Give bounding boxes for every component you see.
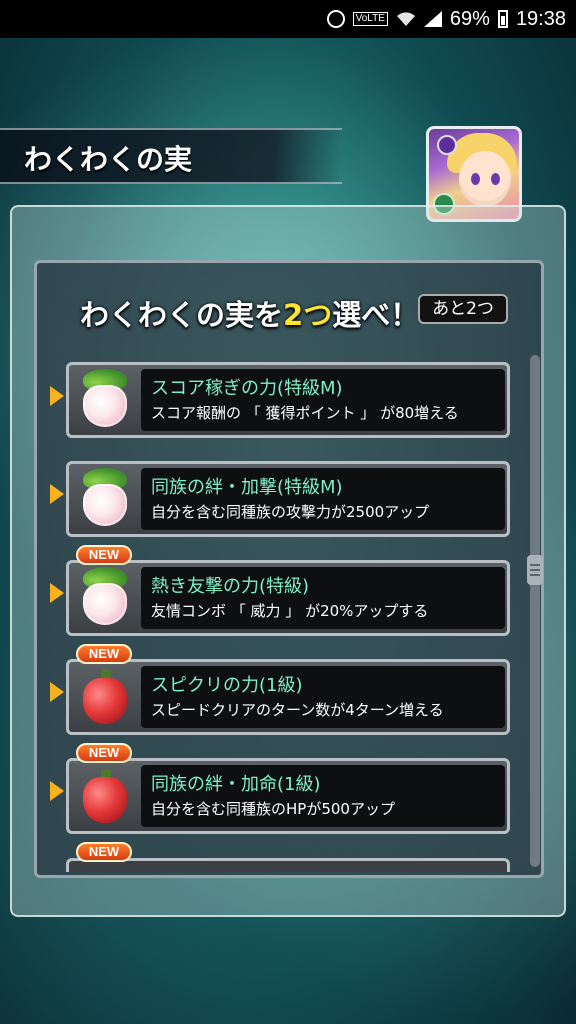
fruit-item-partial[interactable] bbox=[66, 858, 510, 872]
white-fruit-icon bbox=[77, 567, 133, 629]
item-text-box: スピクリの力(1級) スピードクリアのターン数が4ターン増える bbox=[141, 666, 505, 728]
white-fruit-icon bbox=[77, 468, 133, 530]
avatar-face bbox=[459, 151, 511, 207]
select-arrow-icon bbox=[50, 386, 64, 406]
battery-icon bbox=[497, 10, 508, 28]
new-badge: NEW bbox=[76, 644, 132, 664]
heading-count: 2つ bbox=[283, 298, 333, 332]
fruit-item[interactable]: スコア稼ぎの力(特級M) スコア報酬の 「 獲得ポイント 」 が80増える bbox=[66, 362, 510, 438]
alarm-icon bbox=[326, 10, 345, 28]
grip-line bbox=[530, 574, 540, 576]
heading-prefix: わくわくの実を bbox=[80, 298, 284, 332]
item-title: スピクリの力(1級) bbox=[151, 675, 303, 696]
fruit-item[interactable]: 熱き友撃の力(特級) 友情コンボ 「 威力 」 が20%アップする bbox=[66, 560, 510, 636]
item-text-box: 同族の絆・加撃(特級M) 自分を含む同種族の攻撃力が2500アップ bbox=[141, 468, 505, 530]
item-description: 自分を含む同種族のHPが500アップ bbox=[151, 800, 395, 818]
signal-icon bbox=[423, 11, 442, 27]
item-title: 熱き友撃の力(特級) bbox=[151, 576, 310, 597]
wifi-icon bbox=[396, 12, 415, 26]
select-arrow-icon bbox=[50, 781, 64, 801]
grip-line bbox=[530, 564, 540, 566]
fruit-item[interactable]: 同族の絆・加撃(特級M) 自分を含む同種族の攻撃力が2500アップ bbox=[66, 461, 510, 537]
fruit-item[interactable]: 同族の絆・加命(1級) 自分を含む同種族のHPが500アップ bbox=[66, 758, 510, 834]
avatar-eye bbox=[491, 173, 500, 185]
new-badge: NEW bbox=[76, 842, 132, 862]
volte-icon: VoLTE bbox=[352, 12, 388, 26]
item-text-box: 熱き友撃の力(特級) 友情コンボ 「 威力 」 が20%アップする bbox=[141, 567, 505, 629]
grip-line bbox=[530, 569, 540, 571]
select-arrow-icon bbox=[50, 583, 64, 603]
item-description: 友情コンボ 「 威力 」 が20%アップする bbox=[151, 602, 429, 620]
status-bar: VoLTE 69% 19:38 bbox=[0, 0, 576, 38]
item-title: 同族の絆・加撃(特級M) bbox=[151, 477, 343, 498]
scrollbar-thumb[interactable] bbox=[527, 555, 543, 585]
scrollbar[interactable] bbox=[527, 355, 543, 867]
item-text-box: 同族の絆・加命(1級) 自分を含む同種族のHPが500アップ bbox=[141, 765, 505, 827]
item-text-box: スコア稼ぎの力(特級M) スコア報酬の 「 獲得ポイント 」 が80増える bbox=[141, 369, 505, 431]
status-icons: VoLTE 69% 19:38 bbox=[326, 6, 566, 32]
element-icon bbox=[437, 135, 457, 155]
battery-percent: 69% bbox=[449, 7, 490, 30]
title-banner: わくわくの実 bbox=[0, 128, 342, 184]
select-arrow-icon bbox=[50, 682, 64, 702]
page-title: わくわくの実 bbox=[24, 143, 193, 176]
select-arrow-icon bbox=[50, 484, 64, 504]
item-title: 同族の絆・加命(1級) bbox=[151, 774, 321, 795]
item-description: スコア報酬の 「 獲得ポイント 」 が80増える bbox=[151, 404, 459, 422]
new-badge: NEW bbox=[76, 545, 132, 565]
new-badge: NEW bbox=[76, 743, 132, 763]
clock: 19:38 bbox=[515, 7, 566, 30]
avatar-eye bbox=[471, 173, 480, 185]
red-fruit-icon bbox=[79, 670, 131, 728]
item-title: スコア稼ぎの力(特級M) bbox=[151, 378, 343, 399]
fruit-item[interactable]: スピクリの力(1級) スピードクリアのターン数が4ターン増える bbox=[66, 659, 510, 735]
remaining-badge: あと2つ bbox=[418, 294, 508, 324]
white-fruit-icon bbox=[77, 369, 133, 431]
item-description: 自分を含む同種族の攻撃力が2500アップ bbox=[151, 503, 430, 521]
selection-heading: わくわくの実を2つ選べ！ bbox=[80, 292, 419, 334]
item-description: スピードクリアのターン数が4ターン増える bbox=[151, 701, 444, 719]
red-fruit-icon bbox=[79, 769, 131, 827]
heading-suffix: 選べ！ bbox=[332, 298, 420, 332]
